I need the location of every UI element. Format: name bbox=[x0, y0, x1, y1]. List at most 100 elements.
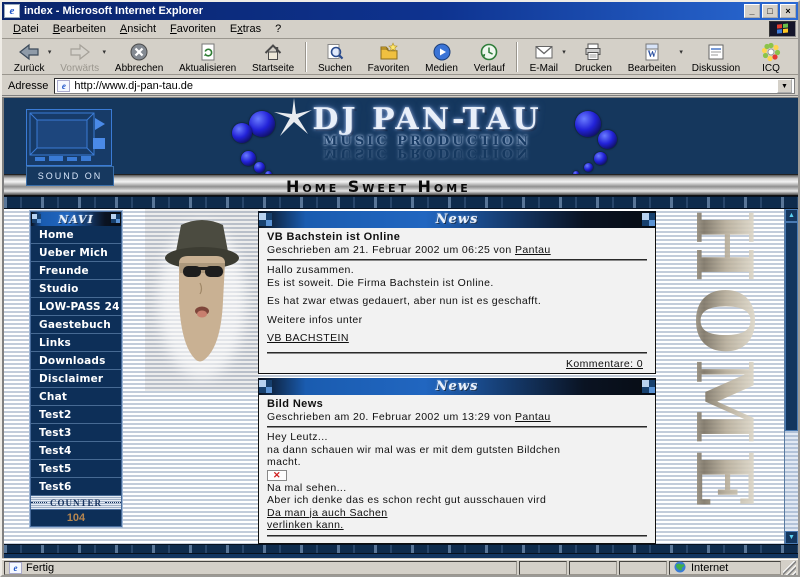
news-text-line: macht. bbox=[267, 456, 647, 469]
media-icon bbox=[432, 42, 452, 62]
menu-item-favoriten[interactable]: Favoriten bbox=[163, 21, 223, 37]
nav-item-test6[interactable]: Test6 bbox=[31, 478, 121, 496]
orb-decoration bbox=[594, 152, 607, 165]
pixel-corner-decoration bbox=[32, 214, 41, 223]
divider-strip bbox=[4, 196, 798, 209]
dropdown-arrow-icon[interactable]: ▾ bbox=[103, 48, 107, 56]
nav-item-disclaimer[interactable]: Disclaimer bbox=[31, 370, 121, 388]
pixel-corner-decoration bbox=[642, 213, 655, 226]
toolbar: ▾Zurück▾VorwärtsAbbrechen Aktualisieren St… bbox=[2, 39, 798, 75]
toolbar-separator bbox=[305, 42, 307, 72]
news-link[interactable]: VB BACHSTEIN bbox=[267, 332, 349, 344]
stop-icon bbox=[129, 42, 149, 62]
news-text-line: Na mal sehen... bbox=[267, 482, 647, 495]
menu-item-ansicht[interactable]: Ansicht bbox=[113, 21, 163, 37]
nav-item-chat[interactable]: Chat bbox=[31, 388, 121, 406]
news-body: Bild NewsGeschrieben am 20. Februar 2002… bbox=[258, 395, 656, 544]
title-bar[interactable]: e index - Microsoft Internet Explorer _ … bbox=[2, 2, 798, 20]
status-pane bbox=[519, 561, 567, 575]
toolbar-label: E-Mail bbox=[530, 63, 558, 74]
nav-item-low-pass-24[interactable]: LOW-PASS 24 bbox=[31, 298, 121, 316]
minimize-button[interactable]: _ bbox=[744, 4, 760, 18]
toolbar-home-button[interactable]: Startseite bbox=[244, 40, 302, 74]
nav-item-home[interactable]: Home bbox=[31, 226, 121, 244]
nav-item-downloads[interactable]: Downloads bbox=[31, 352, 121, 370]
forward-icon bbox=[69, 42, 91, 62]
news-box-header: News bbox=[258, 378, 656, 395]
menu-item-bearbeiten[interactable]: Bearbeiten bbox=[46, 21, 113, 37]
nav-item-test5[interactable]: Test5 bbox=[31, 460, 121, 478]
address-url[interactable]: http://www.dj-pan-tau.de bbox=[74, 80, 777, 92]
nav-item-gaestebuch[interactable]: Gaestebuch bbox=[31, 316, 121, 334]
news-box-header: News bbox=[258, 211, 656, 228]
toolbar-forward-button[interactable]: ▾Vorwärts bbox=[52, 40, 107, 74]
news-link[interactable]: Da man ja auch Sachen bbox=[267, 507, 387, 519]
toolbar-print-button[interactable]: Drucken bbox=[567, 40, 620, 74]
menu-item-datei[interactable]: Datei bbox=[6, 21, 46, 37]
nav-item-links[interactable]: Links bbox=[31, 334, 121, 352]
toolbar-mail-button[interactable]: ▾ E-Mail bbox=[521, 40, 567, 74]
sound-player-graphic[interactable] bbox=[26, 109, 112, 166]
news-header-title: News bbox=[436, 212, 479, 227]
pixel-corner-decoration bbox=[111, 214, 120, 223]
orb-decoration bbox=[254, 162, 265, 173]
page-icon: e bbox=[57, 80, 70, 92]
news-header-title: News bbox=[436, 379, 479, 394]
dropdown-arrow-icon[interactable]: ▾ bbox=[562, 48, 566, 56]
news-byline: Geschrieben am 20. Februar 2002 um 13:29… bbox=[267, 411, 647, 424]
status-page-icon: e bbox=[9, 562, 22, 574]
address-bar: Adresse e http://www.dj-pan-tau.de ▼ bbox=[2, 76, 798, 96]
toolbar-media-button[interactable]: Medien bbox=[417, 40, 466, 74]
history-icon bbox=[479, 42, 499, 62]
news-column: NewsVB Bachstein ist OnlineGeschrieben a… bbox=[258, 209, 656, 544]
toolbar-history-button[interactable]: Verlauf bbox=[466, 40, 513, 74]
frame-scrollbar[interactable]: ▲ ▼ bbox=[784, 209, 798, 544]
news-text-line: Hallo zusammen. bbox=[267, 264, 647, 277]
dropdown-arrow-icon[interactable]: ▾ bbox=[679, 48, 683, 56]
toolbar-label: Drucken bbox=[575, 63, 612, 74]
author-link[interactable]: Pantau bbox=[515, 411, 551, 423]
globe-icon bbox=[674, 561, 686, 576]
news-text-line: na dann schauen wir mal was er mit dem g… bbox=[267, 444, 647, 457]
news-body: VB Bachstein ist OnlineGeschrieben am 21… bbox=[258, 228, 656, 374]
scroll-down-button[interactable]: ▼ bbox=[785, 531, 798, 544]
sound-on-button[interactable]: SOUND ON bbox=[26, 166, 114, 186]
author-link[interactable]: Pantau bbox=[515, 244, 551, 256]
nav-item-studio[interactable]: Studio bbox=[31, 280, 121, 298]
news-text-line: Es hat zwar etwas gedauert, aber nun ist… bbox=[267, 295, 647, 308]
dropdown-arrow-icon[interactable]: ▾ bbox=[48, 48, 52, 56]
toolbar-edit-button[interactable]: W▾Bearbeiten bbox=[620, 40, 684, 74]
toolbar-stop-button[interactable]: Abbrechen bbox=[107, 40, 171, 74]
toolbar-label: Verlauf bbox=[474, 63, 505, 74]
news-link[interactable]: verlinken kann. bbox=[267, 519, 344, 531]
favorites-icon bbox=[379, 42, 399, 62]
pixel-corner-decoration bbox=[259, 380, 272, 393]
toolbar-favorites-button[interactable]: Favoriten bbox=[360, 40, 417, 74]
toolbar-discussion-button[interactable]: Diskussion bbox=[684, 40, 748, 74]
news-text-line: Aber ich denke das es schon recht gut au… bbox=[267, 494, 647, 507]
nav-item-test3[interactable]: Test3 bbox=[31, 424, 121, 442]
svg-text:W: W bbox=[647, 49, 656, 59]
nav-item-test2[interactable]: Test2 bbox=[31, 406, 121, 424]
comments-link[interactable]: Kommentare: 0 bbox=[267, 357, 647, 372]
menu-item-extras[interactable]: Extras bbox=[223, 21, 268, 37]
toolbar-icq-button[interactable]: ICQ bbox=[748, 40, 794, 74]
address-dropdown-button[interactable]: ▼ bbox=[777, 79, 792, 93]
maximize-button[interactable]: □ bbox=[762, 4, 778, 18]
toolbar-label: Startseite bbox=[252, 63, 294, 74]
resize-grip[interactable] bbox=[783, 561, 796, 575]
nav-item-test4[interactable]: Test4 bbox=[31, 442, 121, 460]
toolbar-search-button[interactable]: Suchen bbox=[310, 40, 360, 74]
toolbar-label: Aktualisieren bbox=[179, 63, 236, 74]
nav-item-freunde[interactable]: Freunde bbox=[31, 262, 121, 280]
scrollbar-thumb[interactable] bbox=[785, 222, 798, 431]
menu-item-?[interactable]: ? bbox=[268, 21, 288, 37]
toolbar-refresh-button[interactable]: Aktualisieren bbox=[171, 40, 244, 74]
close-button[interactable]: × bbox=[780, 4, 796, 18]
toolbar-back-button[interactable]: ▾Zurück bbox=[6, 40, 52, 74]
nav-item-ueber-mich[interactable]: Ueber Mich bbox=[31, 244, 121, 262]
address-input[interactable]: e http://www.dj-pan-tau.de ▼ bbox=[54, 78, 795, 94]
window-title: index - Microsoft Internet Explorer bbox=[24, 5, 744, 17]
scroll-up-button[interactable]: ▲ bbox=[785, 209, 798, 222]
banner-bar: Home Sweet Home bbox=[4, 174, 798, 196]
